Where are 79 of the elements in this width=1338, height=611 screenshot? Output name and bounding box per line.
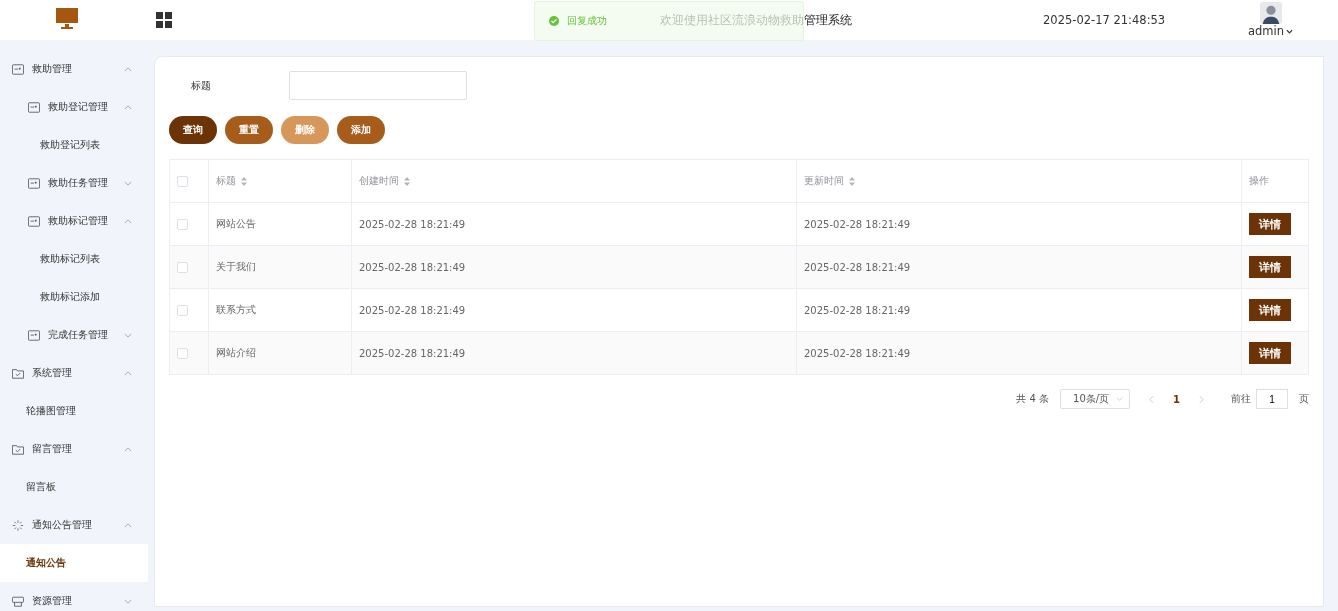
menu-link[interactable]: 救助标记添加 — [0, 278, 148, 316]
menu-link[interactable]: 留言板 — [0, 468, 148, 506]
table-cell: 2025-02-28 18:21:49 — [804, 218, 911, 230]
folder-icon — [12, 367, 24, 379]
check-circle-icon — [549, 15, 559, 26]
menu-icon[interactable] — [156, 12, 172, 28]
avatar-icon[interactable] — [1259, 2, 1282, 24]
table-cell: 关于我们 — [216, 261, 256, 272]
card-icon — [28, 101, 40, 113]
detail-button[interactable]: 详情 — [1249, 342, 1291, 364]
box-icon — [12, 595, 24, 607]
row-checkbox[interactable] — [177, 218, 188, 230]
caret-icon[interactable] — [1286, 28, 1294, 34]
row-checkbox[interactable] — [177, 261, 188, 273]
chevron-up-icon — [124, 522, 132, 528]
submenu-item[interactable]: 救助任务管理 — [0, 164, 148, 202]
table-cell: 2025-02-28 18:21:49 — [804, 261, 911, 273]
detail-button[interactable]: 详情 — [1249, 213, 1291, 235]
user-menu[interactable]: admin — [1248, 24, 1294, 38]
datetime-text: 2025-02-17 21:48:53 — [1043, 13, 1167, 27]
action-button[interactable]: 重置 — [225, 116, 273, 144]
card-icon — [28, 177, 40, 189]
submenu-item[interactable]: 救助标记管理 — [0, 202, 148, 240]
chevron-down-icon — [124, 180, 132, 186]
card-icon — [12, 63, 24, 75]
menu-item[interactable]: 留言管理 — [0, 430, 148, 468]
chevron-down-icon — [124, 332, 132, 338]
table-cell: 网站介绍 — [216, 347, 256, 358]
submenu-item[interactable]: 救助登记管理 — [0, 88, 148, 126]
table-cell: 2025-02-28 18:21:49 — [359, 347, 466, 359]
row-checkbox[interactable] — [177, 304, 188, 316]
menu-item[interactable]: 救助管理 — [0, 50, 148, 88]
page-number[interactable]: 1 — [1173, 393, 1180, 405]
title-input-field[interactable] — [289, 71, 467, 100]
detail-button[interactable]: 详情 — [1249, 299, 1291, 321]
next-page-icon[interactable] — [1199, 394, 1204, 404]
table-cell: 2025-02-28 18:21:49 — [359, 261, 466, 273]
page-size-select[interactable]: 10条/页 — [1060, 389, 1131, 409]
sort-icon[interactable] — [849, 176, 855, 186]
chevron-up-icon — [124, 446, 132, 452]
menu-link[interactable]: 轮播图管理 — [0, 392, 148, 430]
action-button[interactable]: 查询 — [169, 116, 217, 144]
menu-link[interactable]: 救助登记列表 — [0, 126, 148, 164]
sort-icon[interactable] — [404, 176, 410, 186]
detail-button[interactable]: 详情 — [1249, 256, 1291, 278]
chevron-up-icon — [124, 218, 132, 224]
action-button[interactable]: 添加 — [337, 116, 385, 144]
menu-link[interactable]: 救助标记列表 — [0, 240, 148, 278]
table-cell: 网站公告 — [216, 218, 256, 229]
toast-message: 回复成功 — [567, 13, 607, 28]
chevron-down-icon — [124, 598, 132, 604]
card-icon — [28, 215, 40, 227]
menu-link[interactable]: 通知公告 — [0, 544, 148, 582]
table-cell: 2025-02-28 18:21:49 — [359, 304, 466, 316]
field-label: 标题 — [190, 78, 212, 93]
folder-icon — [12, 443, 24, 455]
table-cell: 2025-02-28 18:21:49 — [804, 347, 911, 359]
menu-item[interactable]: 系统管理 — [0, 354, 148, 392]
chevron-down-icon — [1116, 397, 1124, 401]
goto-label: 前往 — [1231, 392, 1251, 406]
table-cell: 2025-02-28 18:21:49 — [804, 304, 911, 316]
table-cell: 联系方式 — [216, 304, 256, 315]
chevron-up-icon — [124, 66, 132, 72]
page-suffix: 页 — [1299, 392, 1309, 406]
select-all-checkbox[interactable] — [177, 175, 188, 187]
menu-item[interactable]: 资源管理 — [0, 582, 148, 611]
total-count: 共 4 条 — [1016, 392, 1050, 406]
spinner-icon — [12, 519, 24, 531]
submenu-item[interactable]: 完成任务管理 — [0, 316, 148, 354]
menu-item[interactable]: 通知公告管理 — [0, 506, 148, 544]
chevron-up-icon — [124, 104, 132, 110]
row-checkbox[interactable] — [177, 347, 188, 359]
chevron-up-icon — [124, 370, 132, 376]
table-cell: 2025-02-28 18:21:49 — [359, 218, 466, 230]
page-input-field[interactable]: 1 — [1256, 389, 1288, 409]
sort-icon[interactable] — [241, 176, 247, 186]
prev-page-icon[interactable] — [1149, 394, 1155, 404]
monitor-icon — [55, 8, 79, 32]
card-icon — [28, 329, 40, 341]
